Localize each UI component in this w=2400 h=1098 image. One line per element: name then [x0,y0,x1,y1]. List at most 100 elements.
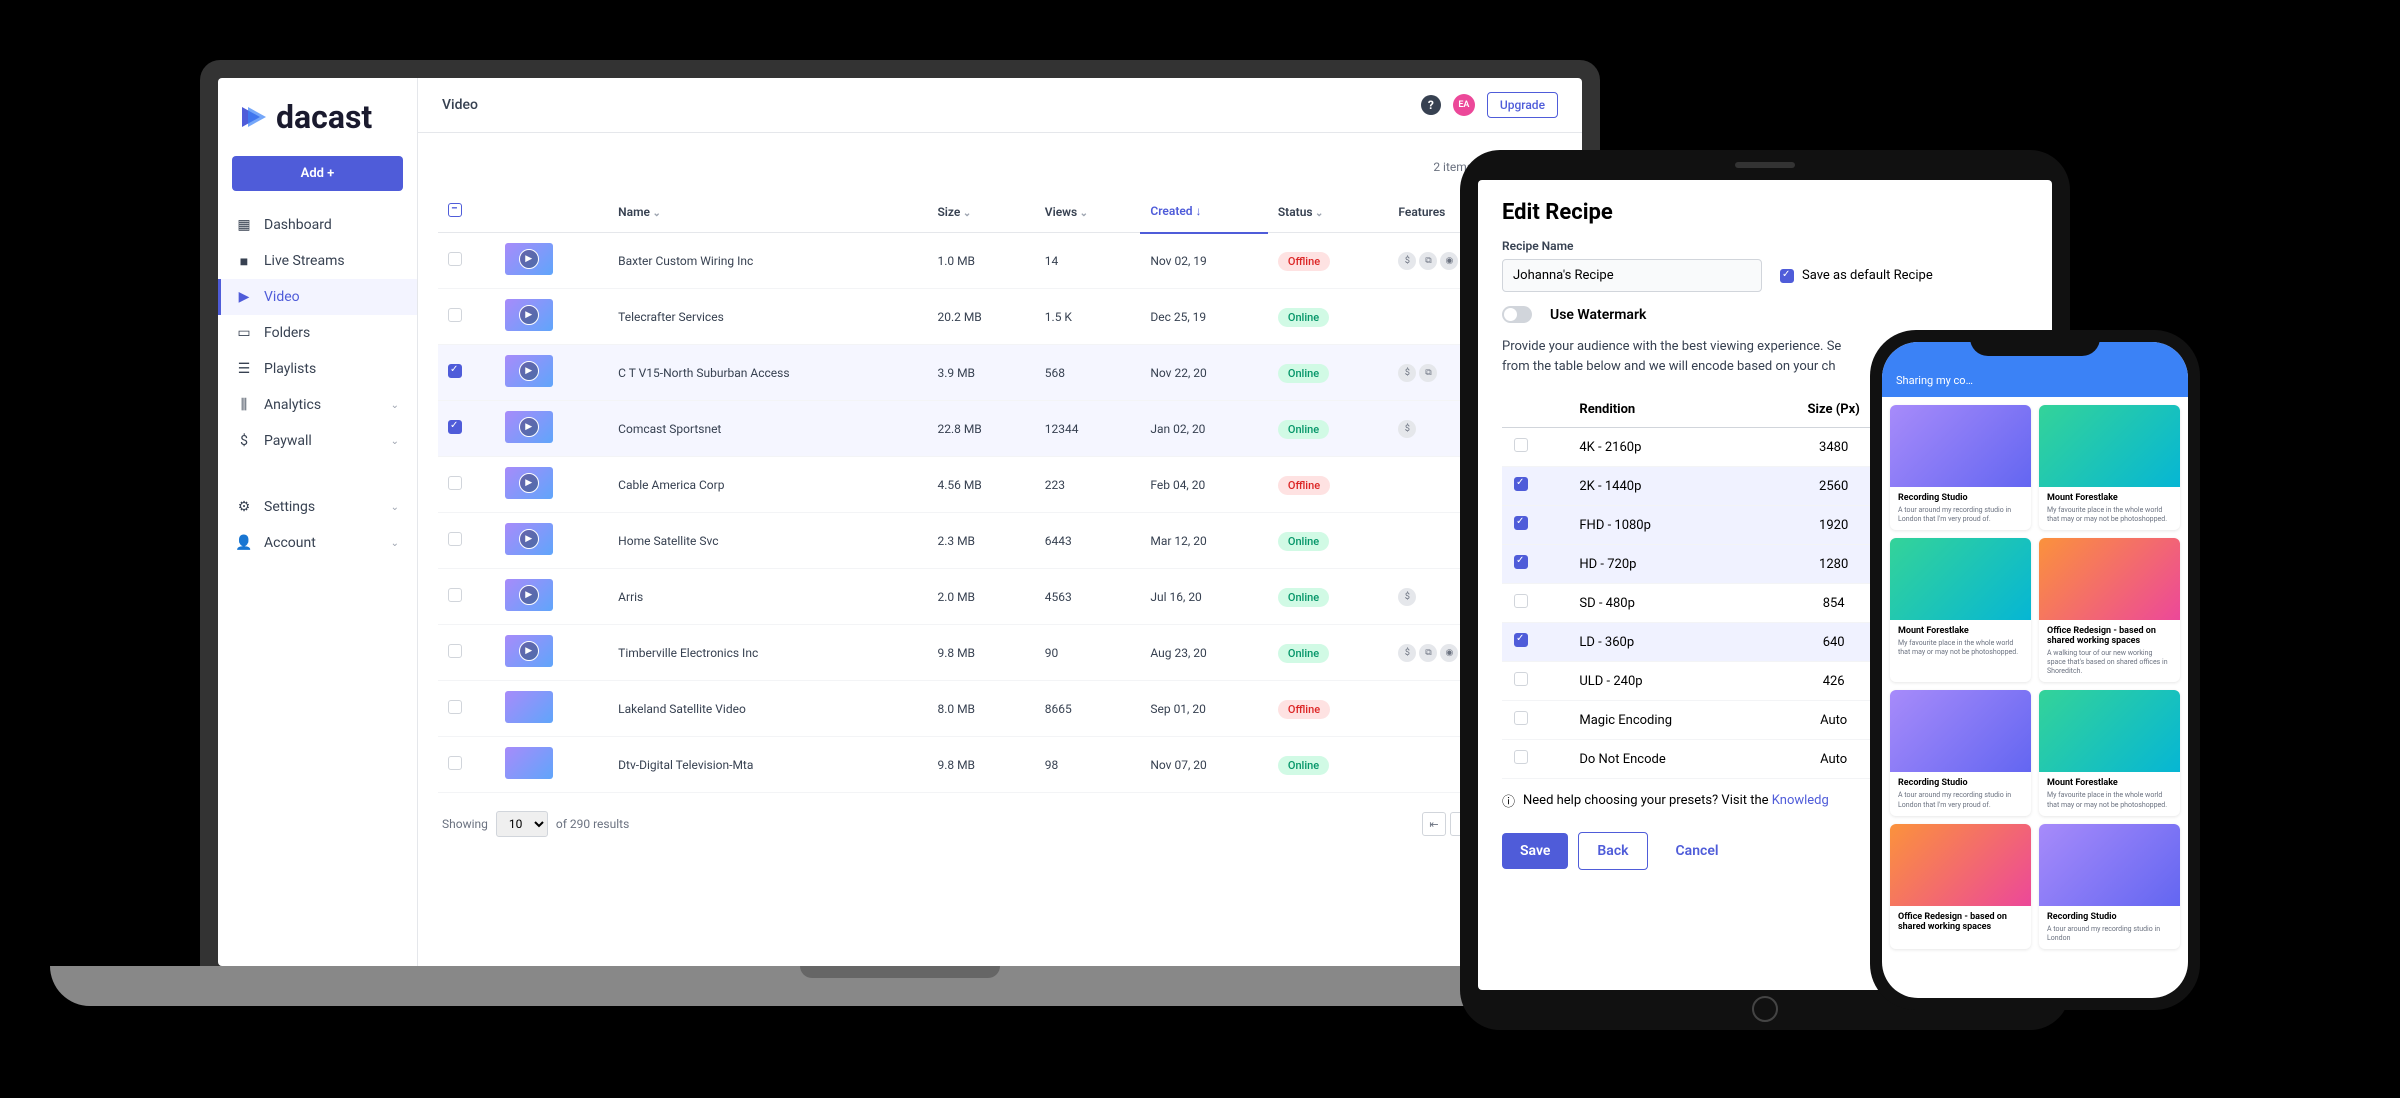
rendition-checkbox[interactable] [1514,633,1528,647]
rendition-checkbox[interactable] [1514,477,1528,491]
help-icon[interactable]: ? [1421,95,1441,115]
video-thumbnail[interactable] [505,747,553,779]
row-checkbox[interactable] [448,476,462,490]
add-button[interactable]: Add + [232,156,403,191]
row-checkbox[interactable] [448,756,462,770]
rendition-checkbox[interactable] [1514,711,1528,725]
video-card[interactable]: Office Redesign - based on shared workin… [2039,538,2180,682]
phone-device: Sharing my co… Recording Studio A tour a… [1870,330,2200,1010]
row-checkbox[interactable] [448,532,462,546]
per-page-select[interactable]: 10 [496,811,548,837]
video-thumbnail[interactable] [505,411,553,443]
row-checkbox[interactable] [448,252,462,266]
video-card[interactable]: Recording Studio A tour around my record… [2039,824,2180,949]
video-card[interactable]: Mount Forestlake My favourite place in t… [1890,538,2031,682]
select-all-checkbox[interactable] [448,203,462,217]
video-thumbnail[interactable] [505,467,553,499]
logo-icon [238,102,268,132]
sidebar-item-analytics[interactable]: ⫼Analytics⌄ [218,387,417,423]
video-thumbnail[interactable] [505,355,553,387]
table-row[interactable]: Baxter Custom Wiring Inc 1.0 MB 14 Nov 0… [438,233,1562,289]
row-checkbox[interactable] [448,588,462,602]
sidebar-item-dashboard[interactable]: ▦Dashboard [218,207,417,243]
cancel-button[interactable]: Cancel [1658,833,1737,869]
row-checkbox[interactable] [448,644,462,658]
list-icon: ☰ [236,361,252,377]
column-name[interactable]: Name [608,191,927,233]
column-views[interactable]: Views [1035,191,1141,233]
table-row[interactable]: C T V15-North Suburban Access 3.9 MB 568… [438,345,1562,401]
rendition-checkbox[interactable] [1514,750,1528,764]
cell-views: 223 [1035,457,1141,513]
row-checkbox[interactable] [448,420,462,434]
video-card[interactable]: Mount Forestlake My favourite place in t… [2039,405,2180,530]
video-card[interactable]: Mount Forestlake My favourite place in t… [2039,690,2180,815]
rendition-checkbox[interactable] [1514,516,1528,530]
video-thumbnail[interactable] [505,635,553,667]
column-status[interactable]: Status [1268,191,1389,233]
sidebar-item-settings[interactable]: ⚙Settings⌄ [218,489,417,525]
column-size[interactable]: Size [927,191,1034,233]
feature-badge: $ [1398,588,1416,606]
row-checkbox[interactable] [448,700,462,714]
column-check [495,191,608,233]
rendition-checkbox[interactable] [1514,555,1528,569]
upgrade-button[interactable]: Upgrade [1487,92,1558,118]
sidebar-item-folders[interactable]: ▭Folders [218,315,417,351]
tablet-home-button[interactable] [1752,996,1778,1022]
status-badge: Offline [1278,252,1330,271]
chevron-down-icon: ⌄ [391,400,399,411]
cell-name: Comcast Sportsnet [608,401,927,457]
row-checkbox[interactable] [448,308,462,322]
video-thumbnail[interactable] [505,523,553,555]
table-row[interactable]: Comcast Sportsnet 22.8 MB 12344 Jan 02, … [438,401,1562,457]
cell-rendition: 4K - 2160p [1567,428,1768,467]
table-row[interactable]: Arris 2.0 MB 4563 Jul 16, 20 Online $ [438,569,1562,625]
row-checkbox[interactable] [448,364,462,378]
cell-name: C T V15-North Suburban Access [608,345,927,401]
cell-name: Cable America Corp [608,457,927,513]
sidebar-item-live-streams[interactable]: ■Live Streams [218,243,417,279]
save-default-checkbox[interactable]: Save as default Recipe [1780,268,1933,283]
watermark-toggle[interactable] [1502,306,1532,323]
sidebar-item-video[interactable]: ▶Video [218,279,417,315]
knowledge-link[interactable]: Knowledg [1772,793,1829,808]
column-created[interactable]: Created [1140,191,1268,233]
card-description: A tour around my recording studio in Lon… [1898,791,2023,809]
feature-badge: ⧉ [1419,644,1437,662]
rendition-checkbox[interactable] [1514,672,1528,686]
video-card[interactable]: Recording Studio A tour around my record… [1890,690,2031,815]
rendition-checkbox[interactable] [1514,438,1528,452]
cell-size: 2.3 MB [927,513,1034,569]
sidebar-item-account[interactable]: 👤Account⌄ [218,525,417,561]
avatar[interactable]: EA [1453,94,1475,116]
page-first[interactable]: ⇤ [1422,812,1446,836]
back-button[interactable]: Back [1578,832,1647,870]
video-thumbnail[interactable] [505,691,553,723]
video-thumbnail[interactable] [505,579,553,611]
table-row[interactable]: Timberville Electronics Inc 9.8 MB 90 Au… [438,625,1562,681]
rcolumn-rendition: Rendition [1567,392,1768,428]
recipe-name-input[interactable] [1502,259,1762,292]
video-thumbnail[interactable] [505,299,553,331]
save-button[interactable]: Save [1502,833,1568,869]
sidebar-item-playlists[interactable]: ☰Playlists [218,351,417,387]
card-description: A tour around my recording studio in Lon… [1898,506,2023,524]
rendition-checkbox[interactable] [1514,594,1528,608]
video-card[interactable]: Recording Studio A tour around my record… [1890,405,2031,530]
table-row[interactable]: Dtv-Digital Television-Mta 9.8 MB 98 Nov… [438,737,1562,793]
video-card[interactable]: Office Redesign - based on shared workin… [1890,824,2031,949]
table-row[interactable]: Home Satellite Svc 2.3 MB 6443 Mar 12, 2… [438,513,1562,569]
table-row[interactable]: Telecrafter Services 20.2 MB 1.5 K Dec 2… [438,289,1562,345]
table-row[interactable]: Cable America Corp 4.56 MB 223 Feb 04, 2… [438,457,1562,513]
sidebar-item-paywall[interactable]: $Paywall⌄ [218,423,417,459]
feature-badge: ⧉ [1419,364,1437,382]
cell-rendition: Do Not Encode [1567,740,1768,779]
video-thumbnail[interactable] [505,243,553,275]
checkbox-icon [1780,269,1794,283]
cell-created: Jan 02, 20 [1140,401,1268,457]
table-row[interactable]: Lakeland Satellite Video 8.0 MB 8665 Sep… [438,681,1562,737]
recipe-name-label: Recipe Name [1502,239,2028,253]
card-title: Recording Studio [1898,493,2023,503]
panel-title: Edit Recipe [1502,200,2028,225]
